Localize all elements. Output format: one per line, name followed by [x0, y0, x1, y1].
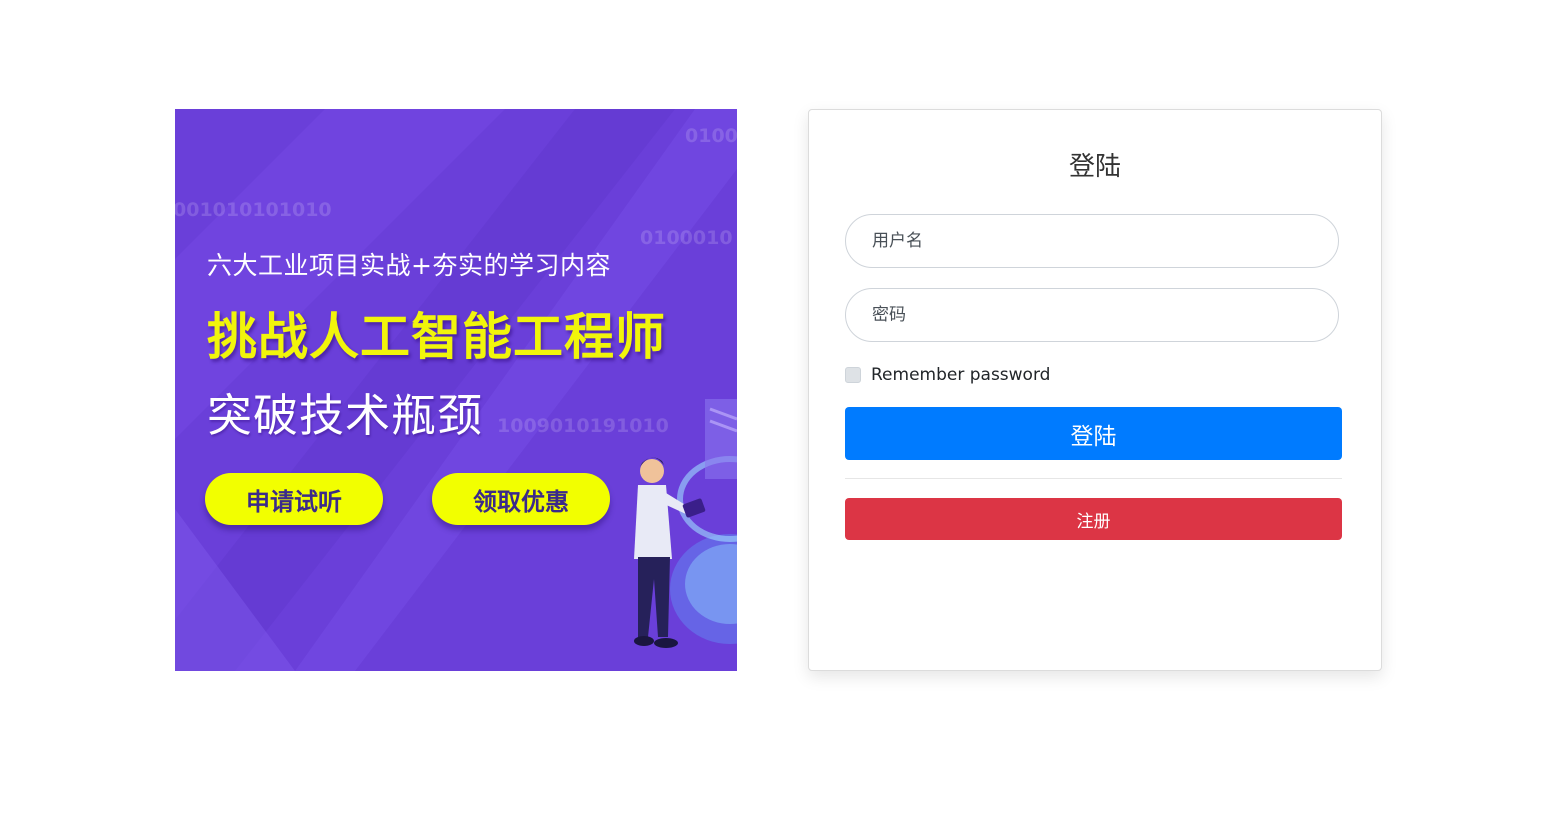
banner-title-secondary: 突破技术瓶颈 — [207, 389, 484, 442]
banner-title: 挑战人工智能工程师 — [207, 308, 666, 366]
login-button[interactable]: 登陆 — [845, 407, 1342, 460]
divider — [845, 478, 1342, 479]
remember-password[interactable]: Remember password — [845, 365, 1050, 385]
promo-banner: 0100 001010101010 0100010 1009010191010 … — [175, 109, 737, 671]
engineer-illustration — [634, 399, 737, 648]
apply-trial-button[interactable]: 申请试听 — [205, 473, 383, 525]
username-input[interactable] — [845, 214, 1339, 268]
password-input[interactable] — [845, 288, 1339, 342]
binary-decoration: 0100010 — [640, 227, 733, 249]
login-title: 登陆 — [1068, 152, 1121, 182]
remember-checkbox[interactable] — [845, 367, 861, 383]
register-button[interactable]: 注册 — [845, 498, 1342, 540]
login-card: 登陆 Remember password 登陆 注册 — [808, 109, 1382, 671]
binary-decoration: 001010101010 — [175, 199, 332, 221]
get-offer-button[interactable]: 领取优惠 — [432, 473, 610, 525]
binary-decoration: 0100 — [685, 125, 737, 147]
remember-label: Remember password — [871, 365, 1051, 385]
banner-subtitle: 六大工业项目实战+夯实的学习内容 — [207, 251, 611, 280]
